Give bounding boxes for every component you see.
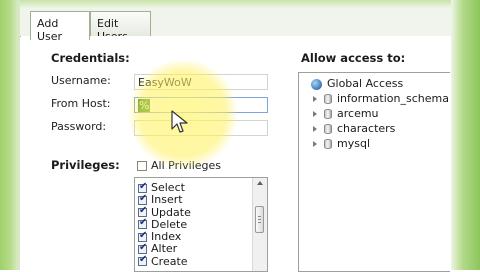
privilege-checkbox[interactable]: ✔ xyxy=(138,241,148,254)
username-label: Username: xyxy=(51,74,111,87)
tree-node-label: characters xyxy=(337,122,396,135)
tree-node-mysql[interactable]: mysql xyxy=(313,137,370,150)
checkmark-icon: ✔ xyxy=(139,241,148,253)
password-field[interactable] xyxy=(134,120,268,136)
scroll-up-icon[interactable] xyxy=(257,181,263,185)
database-tree[interactable]: Global Access information_schema arcemu … xyxy=(298,72,450,272)
expand-arrow-icon[interactable] xyxy=(313,96,317,102)
privilege-checkbox[interactable]: ✔ xyxy=(138,205,148,218)
checkmark-icon: ✔ xyxy=(139,229,148,241)
tree-node-label: arcemu xyxy=(337,107,379,120)
expand-arrow-icon[interactable] xyxy=(313,111,317,117)
privilege-label: Create xyxy=(151,254,188,268)
database-icon xyxy=(324,94,332,104)
grip-line-icon xyxy=(258,222,261,223)
privilege-label: Select xyxy=(151,181,185,194)
expand-arrow-icon[interactable] xyxy=(313,141,317,147)
window-frame-top xyxy=(20,0,451,8)
all-privileges-checkbox[interactable] xyxy=(137,161,147,171)
privileges-items: ✔ Select ✔ Insert ✔ Update ✔ Delete ✔ Index ✔ Alter… xyxy=(135,178,267,268)
privilege-item[interactable]: ✔ Create xyxy=(135,254,267,268)
tree-node-label: Global Access xyxy=(327,77,404,90)
username-field[interactable]: EasyWoW xyxy=(134,74,268,90)
tab-edit-users[interactable]: Edit Users xyxy=(90,11,151,43)
all-privileges-label: All Privileges xyxy=(151,159,222,172)
window-frame-right xyxy=(451,0,480,270)
privileges-list[interactable]: ✔ Select ✔ Insert ✔ Update ✔ Delete ✔ Index ✔ Alter… xyxy=(134,177,268,272)
from-host-label: From Host: xyxy=(51,97,111,110)
privilege-label: Update xyxy=(151,205,191,219)
grip-line-icon xyxy=(258,219,261,220)
checkmark-icon: ✔ xyxy=(139,192,148,204)
globe-icon xyxy=(311,78,322,90)
privilege-checkbox[interactable]: ✔ xyxy=(138,192,148,205)
database-icon xyxy=(324,109,332,119)
privilege-label: Delete xyxy=(151,217,188,231)
privilege-checkbox[interactable]: ✔ xyxy=(138,180,148,193)
checkmark-icon: ✔ xyxy=(139,217,148,229)
expand-arrow-icon[interactable] xyxy=(313,126,317,132)
password-label: Password: xyxy=(51,120,107,133)
privilege-label: Index xyxy=(151,230,182,244)
from-host-value: % xyxy=(138,99,151,112)
scroll-thumb[interactable] xyxy=(255,206,264,233)
tree-node-global-access[interactable]: Global Access xyxy=(311,77,403,90)
privilege-checkbox[interactable]: ✔ xyxy=(138,229,148,242)
credentials-title: Credentials: xyxy=(51,51,130,65)
tab-strip: Add User Edit Users xyxy=(20,8,451,43)
checkmark-icon: ✔ xyxy=(139,180,148,192)
privileges-scrollbar[interactable] xyxy=(252,178,267,271)
privilege-label: Insert xyxy=(151,193,183,207)
allow-access-title: Allow access to: xyxy=(301,51,406,65)
tab-add-user-label: Add User xyxy=(37,17,63,43)
tree-node-label: mysql xyxy=(337,137,370,150)
username-value: EasyWoW xyxy=(138,76,192,89)
tree-node-arcemu[interactable]: arcemu xyxy=(313,107,379,120)
checkmark-icon: ✔ xyxy=(139,254,148,266)
privilege-checkbox[interactable]: ✔ xyxy=(138,217,148,230)
privilege-label: Alter xyxy=(151,242,178,256)
database-icon xyxy=(324,124,332,134)
checkmark-icon: ✔ xyxy=(139,205,148,217)
from-host-field[interactable]: % xyxy=(134,97,268,113)
tab-add-user[interactable]: Add User xyxy=(30,11,90,43)
grip-line-icon xyxy=(258,216,261,217)
tree-node-information-schema[interactable]: information_schema xyxy=(313,92,449,105)
window-frame-edge xyxy=(17,0,20,270)
tree-node-characters[interactable]: characters xyxy=(313,122,395,135)
tree-node-label: information_schema xyxy=(337,92,449,105)
privilege-checkbox[interactable]: ✔ xyxy=(138,254,148,267)
database-icon xyxy=(324,139,332,149)
privileges-title: Privileges: xyxy=(51,158,120,172)
